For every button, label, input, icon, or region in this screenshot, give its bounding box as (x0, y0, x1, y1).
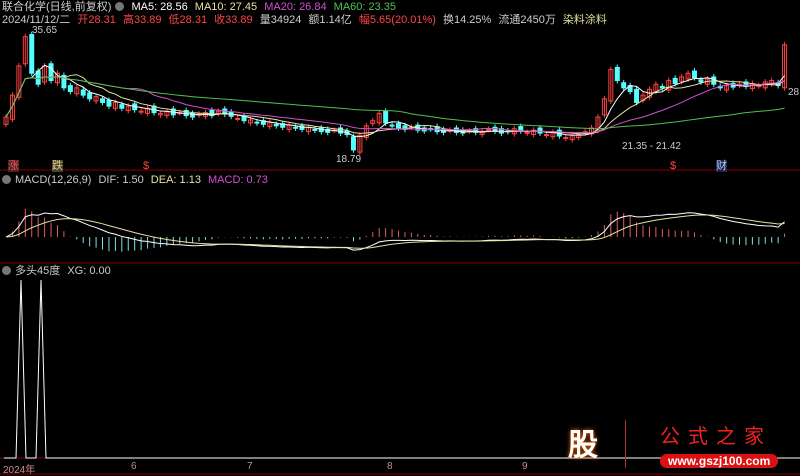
marker-dollar-2[interactable]: $ (670, 160, 676, 172)
ma60-label: MA60: 23.35 (333, 1, 397, 13)
marker-dollar[interactable]: $ (143, 160, 149, 172)
header-row-2: 2024/11/12/二 开28.31 高33.89 低28.31 收33.89… (2, 14, 611, 26)
range-label: 21.35 - 21.42 (622, 141, 681, 152)
ma20-label: MA20: 26.84 (264, 1, 327, 13)
dea-value: DEA: 1.13 (150, 174, 201, 186)
candle (563, 136, 569, 139)
low-price-label: 18.79 (336, 154, 362, 165)
candle (87, 92, 93, 100)
candle (383, 110, 389, 124)
candle (48, 63, 54, 82)
candle (672, 77, 678, 84)
xaxis-label: 8 (387, 461, 393, 472)
logo-name: 公式之家 (660, 424, 772, 448)
candle (106, 99, 112, 107)
dif-value: DIF: 1.50 (98, 174, 144, 186)
candle (634, 88, 640, 103)
candle (138, 110, 144, 113)
candle (389, 124, 395, 127)
change: 幅5.65(20.01%) (358, 14, 436, 26)
xg-header: 多头45度 XG: 0.00 (2, 265, 115, 277)
candle (524, 131, 530, 134)
sector-link[interactable]: 染料涂料 (563, 14, 607, 26)
macd-header: MACD(12,26,9) DIF: 1.50 DEA: 1.13 MACD: … (2, 174, 272, 186)
xaxis-label: 7 (247, 461, 253, 472)
candle (100, 98, 106, 103)
xg-title: 多头45度 (15, 265, 61, 277)
xaxis-label: 6 (131, 461, 137, 472)
ma5-line (5, 64, 785, 138)
candle (350, 136, 356, 151)
candle (486, 128, 492, 131)
xg-menu-icon[interactable] (2, 266, 11, 275)
xg-value: XG: 0.00 (67, 265, 111, 277)
candle (293, 126, 299, 129)
marker-up[interactable]: 涨 (8, 160, 19, 172)
watermark-logo: 股 公式之家 www.gszj100.com (560, 420, 800, 470)
dea-line (5, 214, 785, 249)
candle (621, 82, 627, 89)
candle (338, 127, 344, 134)
high: 高33.89 (122, 14, 162, 26)
xaxis-label: 2024年 (3, 465, 36, 476)
candle (119, 104, 125, 109)
last-price-label: 28. (788, 87, 800, 98)
marker-finance[interactable]: 财 (716, 160, 727, 172)
marker-down[interactable]: 跌 (52, 160, 63, 172)
volume: 量34924 (259, 14, 302, 26)
xaxis-label: 9 (522, 461, 528, 472)
header-row-1: 联合化学(日线,前复权) MA5: 28.56 MA10: 27.45 MA20… (2, 1, 400, 13)
candle (614, 66, 620, 82)
ma60-line (5, 76, 785, 130)
candle (691, 70, 697, 79)
logo-url: www.gszj100.com (660, 454, 779, 468)
stock-title: 联合化学(日线,前复权) (2, 1, 112, 13)
high-price-label: 35.65 (32, 25, 58, 36)
low: 低28.31 (168, 14, 208, 26)
close: 收33.89 (214, 14, 253, 26)
candle (312, 128, 318, 131)
candle (67, 85, 73, 92)
candle (659, 85, 665, 89)
logo-glyph: 股 (568, 429, 598, 462)
settings-circle-icon[interactable] (115, 2, 125, 11)
candle (698, 79, 704, 83)
candle (254, 121, 260, 124)
open: 开28.31 (77, 14, 116, 26)
amount: 额1.14亿 (308, 14, 352, 26)
candle (273, 123, 279, 127)
candle (80, 89, 86, 96)
macd-value: MACD: 0.73 (208, 174, 268, 186)
macd-title: MACD(12,26,9) (15, 174, 92, 186)
macd-menu-icon[interactable] (2, 175, 11, 184)
candle (29, 34, 35, 74)
ma5-label: MA5: 28.56 (131, 1, 188, 13)
candle (396, 123, 401, 129)
candle (543, 134, 549, 137)
chart-canvas (0, 31, 800, 475)
turnover: 换14.25% (442, 14, 492, 26)
candle (235, 118, 241, 121)
ma10-label: MA10: 27.45 (194, 1, 258, 13)
float-shares: 流通2450万 (498, 14, 556, 26)
